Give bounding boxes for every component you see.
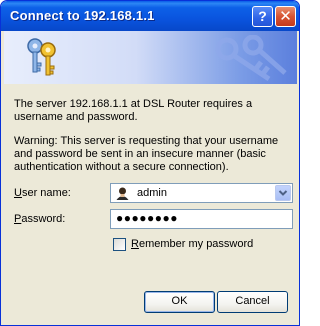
- user-icon: [116, 187, 129, 200]
- username-dropdown-button[interactable]: [275, 185, 291, 201]
- password-label: Password:: [14, 213, 66, 225]
- help-button[interactable]: ?: [252, 6, 273, 27]
- title-bar[interactable]: Connect to 192.168.1.1 ? ✕: [1, 1, 299, 31]
- username-value[interactable]: admin: [137, 187, 167, 199]
- keys-watermark-icon: [215, 35, 287, 81]
- close-button[interactable]: ✕: [275, 6, 296, 27]
- security-warning: Warning: This server is requesting that …: [14, 135, 279, 173]
- window-title: Connect to 192.168.1.1: [10, 8, 155, 23]
- cancel-button[interactable]: Cancel: [217, 291, 288, 313]
- ok-button[interactable]: OK: [144, 291, 215, 313]
- password-value[interactable]: ●●●●●●●●: [116, 211, 178, 225]
- chevron-down-icon: [278, 190, 288, 196]
- username-combobox[interactable]: admin: [110, 183, 293, 203]
- password-field[interactable]: ●●●●●●●●: [110, 209, 293, 229]
- keys-icon: [27, 38, 56, 76]
- remember-password-label[interactable]: Remember my password: [131, 238, 253, 250]
- login-dialog: Connect to 192.168.1.1 ? ✕ The server 19…: [0, 0, 300, 326]
- username-label: User name:: [14, 187, 71, 199]
- dialog-body: The server 192.168.1.1 at DSL Router req…: [4, 84, 297, 324]
- remember-password-checkbox[interactable]: [113, 238, 126, 251]
- server-message: The server 192.168.1.1 at DSL Router req…: [14, 98, 253, 123]
